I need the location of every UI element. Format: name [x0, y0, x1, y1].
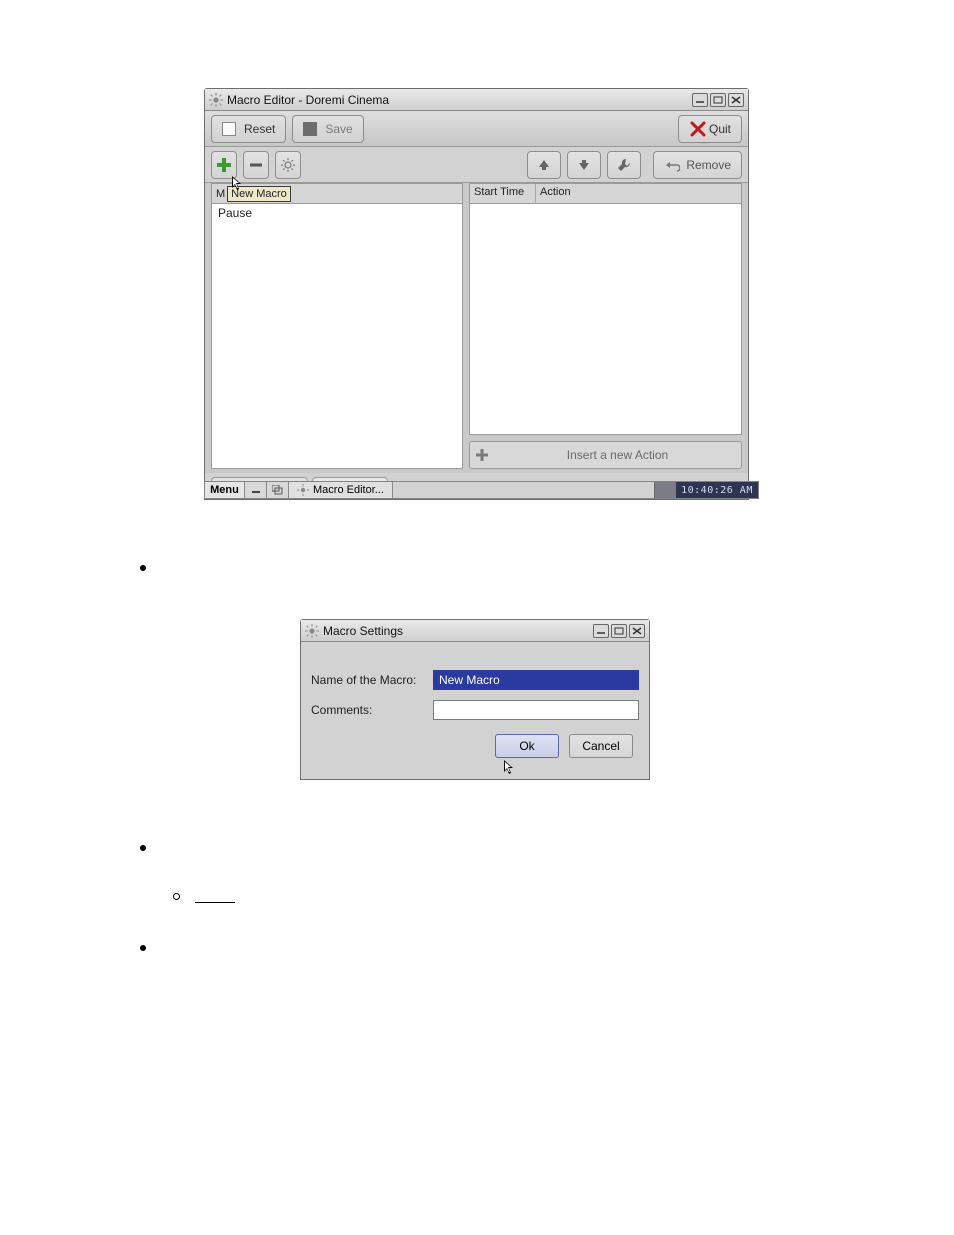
- close-button[interactable]: [629, 624, 645, 638]
- insert-action-button[interactable]: Insert a new Action: [469, 441, 742, 469]
- name-label: Name of the Macro:: [311, 673, 427, 687]
- remove-label: Remove: [686, 158, 731, 172]
- taskbar-windows-button[interactable]: [267, 482, 289, 498]
- window-title: Macro Editor - Doremi Cinema: [227, 93, 389, 107]
- reset-button[interactable]: Reset: [211, 115, 286, 143]
- macro-list-header[interactable]: M New Macro: [211, 183, 463, 203]
- quit-button[interactable]: Quit: [678, 115, 742, 143]
- save-button[interactable]: Save: [292, 115, 363, 143]
- name-value: New Macro: [439, 673, 500, 687]
- taskbar-fill: [393, 482, 654, 498]
- maximize-button[interactable]: [710, 93, 726, 107]
- move-up-button[interactable]: [527, 151, 561, 179]
- taskbar-tray[interactable]: [654, 482, 676, 498]
- windows-icon: [272, 485, 284, 495]
- settings-macro-button[interactable]: [275, 151, 301, 179]
- taskbar: Menu Macro Editor... 10:40:26 AM: [204, 481, 759, 499]
- editor-body: M New Macro Pause Start Time Action Inse…: [205, 183, 748, 473]
- maximize-button[interactable]: [611, 624, 627, 638]
- main-toolbar: Reset Save Quit: [205, 111, 748, 147]
- action-list-header: Start Time Action: [469, 183, 742, 203]
- app-gear-icon: [209, 93, 223, 107]
- edit-action-button[interactable]: [607, 151, 641, 179]
- quit-label: Quit: [709, 122, 731, 136]
- col-action[interactable]: Action: [536, 184, 741, 203]
- action-list[interactable]: [469, 203, 742, 435]
- blank-doc-icon: [222, 122, 236, 136]
- name-input[interactable]: New Macro: [433, 670, 639, 690]
- comments-label: Comments:: [311, 703, 427, 717]
- macro-pane: M New Macro Pause: [211, 183, 463, 469]
- app-gear-icon: [297, 484, 309, 496]
- bullet-icon: [140, 845, 146, 851]
- ok-button[interactable]: Ok: [495, 734, 559, 758]
- window-title: Macro Settings: [323, 624, 403, 638]
- taskbar-menu-button[interactable]: Menu: [205, 482, 245, 498]
- macro-editor-window: Macro Editor - Doremi Cinema Reset Save …: [204, 88, 749, 500]
- name-row: Name of the Macro: New Macro: [311, 670, 639, 690]
- quit-x-icon: [689, 120, 707, 138]
- arrow-down-icon: [577, 158, 591, 172]
- circle-bullet-icon: [173, 893, 180, 900]
- taskbar-app-button[interactable]: Macro Editor...: [289, 482, 393, 498]
- remove-action-button[interactable]: Remove: [653, 151, 742, 179]
- col-start-time[interactable]: Start Time: [470, 184, 536, 203]
- insert-action-label: Insert a new Action: [498, 448, 737, 462]
- list-item[interactable]: Pause: [218, 206, 456, 220]
- mouse-cursor-icon: [504, 760, 516, 776]
- add-macro-button[interactable]: [211, 151, 237, 179]
- reset-label: Reset: [244, 122, 275, 136]
- ok-label: Ok: [519, 739, 534, 753]
- minus-icon: [248, 157, 264, 173]
- disk-icon: [303, 122, 317, 136]
- underline: [195, 902, 235, 903]
- macro-header-prefix: M: [216, 188, 225, 200]
- save-label: Save: [325, 122, 352, 136]
- remove-macro-button[interactable]: [243, 151, 269, 179]
- bullet-icon: [140, 565, 146, 571]
- minimize-all-icon: [251, 486, 261, 494]
- minimize-button[interactable]: [692, 93, 708, 107]
- macro-settings-window: Macro Settings Name of the Macro: New Ma…: [300, 619, 650, 780]
- minimize-button[interactable]: [593, 624, 609, 638]
- app-gear-icon: [305, 624, 319, 638]
- action-pane: Start Time Action Insert a new Action: [469, 183, 742, 469]
- close-button[interactable]: [728, 93, 744, 107]
- comments-input[interactable]: [433, 700, 639, 720]
- mouse-cursor-icon: [232, 176, 244, 192]
- wrench-icon: [616, 157, 632, 173]
- dialog-buttons: Ok Cancel: [311, 730, 639, 758]
- cancel-label: Cancel: [582, 739, 619, 753]
- move-down-button[interactable]: [567, 151, 601, 179]
- titlebar[interactable]: Macro Settings: [301, 620, 649, 642]
- cancel-button[interactable]: Cancel: [569, 734, 633, 758]
- plus-icon: [474, 447, 490, 463]
- arrow-up-icon: [537, 158, 551, 172]
- plus-icon: [215, 156, 233, 174]
- taskbar-clock: 10:40:26 AM: [676, 482, 758, 498]
- comments-row: Comments:: [311, 700, 639, 720]
- macro-list[interactable]: Pause: [211, 203, 463, 469]
- macro-toolbar: Remove: [205, 147, 748, 183]
- taskbar-app-label: Macro Editor...: [313, 484, 384, 496]
- undo-icon: [664, 157, 680, 173]
- titlebar[interactable]: Macro Editor - Doremi Cinema: [205, 89, 748, 111]
- bullet-icon: [140, 945, 146, 951]
- gear-icon: [280, 157, 296, 173]
- taskbar-show-desktop-button[interactable]: [245, 482, 267, 498]
